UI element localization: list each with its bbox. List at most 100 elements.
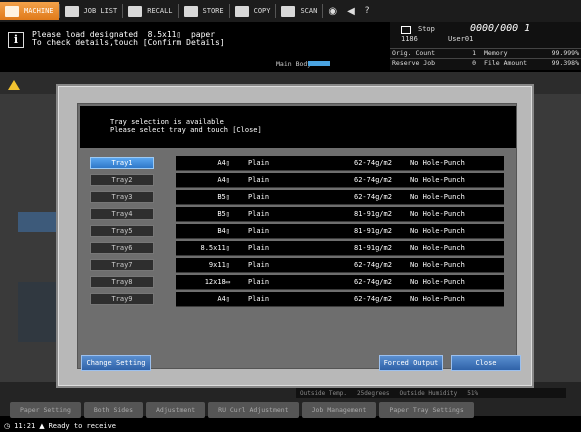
job-list-icon <box>64 5 79 17</box>
reserve-job-label: Reserve Job <box>392 59 436 67</box>
tray-weight: 62-74g/m2 <box>354 295 392 303</box>
tab-recall[interactable]: RECALL <box>123 2 177 20</box>
tray-info-row[interactable]: B5▯ Plain 81-91g/m2 No Hole-Punch <box>176 207 504 222</box>
tray-weight: 81-91g/m2 <box>354 210 392 218</box>
tab-machine[interactable]: MACHINE <box>0 2 59 20</box>
clock-icon: ◷ <box>4 422 11 430</box>
user-name: User01 <box>448 35 474 43</box>
status-row-reserve-file: Reserve Job 0 File Amount 99.398% <box>390 58 581 67</box>
tray-size: A4▯ <box>217 295 230 303</box>
tab-job-management[interactable]: Job Management <box>301 402 377 418</box>
tray-button-7[interactable]: Tray7 <box>90 259 154 271</box>
dialog-message-line-2: Please select tray and touch [Close] <box>110 126 262 134</box>
tab-ru-curl-adjustment[interactable]: RU Curl Adjustment <box>208 402 299 418</box>
status-area: Stop 0000/000 1 1186 User01 Orig. Count … <box>390 22 581 70</box>
tray-weight: 62-74g/m2 <box>354 176 392 184</box>
status-time: 11:21 <box>14 422 36 430</box>
tray-info-row[interactable]: B4▯ Plain 81-91g/m2 No Hole-Punch <box>176 224 504 239</box>
outside-temp-value: 25degrees <box>356 389 390 397</box>
file-amount-value: 99.398% <box>551 59 579 67</box>
tray-info-row[interactable]: A4▯ Plain 62-74g/m2 No Hole-Punch <box>176 173 504 188</box>
tray-button-9[interactable]: Tray9 <box>90 293 154 305</box>
tab-job-list[interactable]: JOB LIST <box>60 2 123 20</box>
tray-size: B4▯ <box>217 227 230 235</box>
message-line-2: To check details,touch [Confirm Details] <box>32 38 225 47</box>
tray-info-row[interactable]: 12x18▭ Plain 62-74g/m2 No Hole-Punch <box>176 275 504 290</box>
tray-punch: No Hole-Punch <box>410 261 465 269</box>
memory-label: Memory <box>484 49 508 57</box>
forced-output-button[interactable]: Forced Output <box>379 355 443 371</box>
globe-button[interactable]: ◉ <box>323 2 342 20</box>
environment-bar: Outside Temp. 25degrees Outside Humidity… <box>296 388 566 398</box>
tray-punch: No Hole-Punch <box>410 227 465 235</box>
tray-button-5[interactable]: Tray5 <box>90 225 154 237</box>
tab-store[interactable]: STORE <box>179 2 229 20</box>
tray-size: 8.5x11▯ <box>200 244 230 252</box>
tray-button-8[interactable]: Tray8 <box>90 276 154 288</box>
info-icon: i <box>8 32 24 48</box>
tray-info-row[interactable]: 9x11▯ Plain 62-74g/m2 No Hole-Punch <box>176 258 504 273</box>
outside-temp-label: Outside Temp. <box>300 389 347 397</box>
change-setting-button[interactable]: Change Setting <box>81 355 151 371</box>
tray-type: Plain <box>248 193 270 201</box>
tray-size: 9x11▯ <box>208 261 230 269</box>
tray-punch: No Hole-Punch <box>410 176 465 184</box>
tray-punch: No Hole-Punch <box>410 159 465 167</box>
orig-count-value: 1 <box>472 49 476 57</box>
volume-button[interactable]: ◀ <box>342 2 360 20</box>
tray-punch: No Hole-Punch <box>410 210 465 218</box>
tray-type: Plain <box>248 261 270 269</box>
tray-info-row[interactable]: B5▯ Plain 62-74g/m2 No Hole-Punch <box>176 190 504 205</box>
tab-adjustment[interactable]: Adjustment <box>146 402 206 418</box>
tray-weight: 62-74g/m2 <box>354 261 392 269</box>
tray-type: Plain <box>248 176 270 184</box>
tray-size: A4▯ <box>217 176 230 184</box>
scan-icon <box>281 5 296 17</box>
outside-humidity-value: 51% <box>467 389 479 397</box>
copy-icon <box>234 5 249 17</box>
tray-size: 12x18▭ <box>204 278 230 286</box>
tray-type: Plain <box>248 159 270 167</box>
bottom-status-line: ◷ 11:21 ▲ Ready to receive <box>0 420 581 432</box>
reserve-job-value: 0 <box>472 59 476 67</box>
tray-button-2[interactable]: Tray2 <box>90 174 154 186</box>
file-amount-label: File Amount <box>484 59 528 67</box>
speaker-icon: ◀ <box>347 5 355 17</box>
tray-type: Plain <box>248 278 270 286</box>
background-left-list <box>18 282 58 342</box>
store-icon <box>183 5 198 17</box>
dialog-body: Tray selection is available Please selec… <box>77 103 517 369</box>
job-counter: 0000/000 1 <box>470 23 531 34</box>
recall-icon <box>128 5 143 17</box>
tray-weight: 62-74g/m2 <box>354 159 392 167</box>
tray-info-row[interactable]: A4▯ Plain 62-74g/m2 No Hole-Punch <box>176 156 504 171</box>
tray-info-row[interactable]: A4▯ Plain 62-74g/m2 No Hole-Punch <box>176 292 504 307</box>
tab-paper-tray-settings[interactable]: Paper Tray Settings <box>379 402 474 418</box>
tray-button-1[interactable]: Tray1 <box>90 157 154 169</box>
memory-value: 99.999% <box>551 49 579 57</box>
tab-scan[interactable]: SCAN <box>276 2 322 20</box>
help-button[interactable]: ? <box>360 2 375 20</box>
dialog-message-line-1: Tray selection is available <box>110 118 224 126</box>
close-button[interactable]: Close <box>451 355 521 371</box>
background-left-panel <box>18 212 58 232</box>
tray-type: Plain <box>248 244 270 252</box>
tray-size: A4▯ <box>217 159 230 167</box>
tray-button-6[interactable]: Tray6 <box>90 242 154 254</box>
receive-icon: ▲ <box>39 422 45 430</box>
tray-button-3[interactable]: Tray3 <box>90 191 154 203</box>
tab-copy[interactable]: COPY <box>230 2 276 20</box>
tray-button-4[interactable]: Tray4 <box>90 208 154 220</box>
tray-weight: 62-74g/m2 <box>354 193 392 201</box>
status-text: Ready to receive <box>48 422 117 430</box>
tray-weight: 81-91g/m2 <box>354 244 392 252</box>
message-area[interactable]: i Please load designated 8.5x11▯ paper T… <box>0 22 390 70</box>
tray-info-row[interactable]: 8.5x11▯ Plain 81-91g/m2 No Hole-Punch <box>176 241 504 256</box>
tab-paper-setting[interactable]: Paper Setting <box>10 402 81 418</box>
help-icon: ? <box>364 6 370 16</box>
tray-size: B5▯ <box>217 210 230 218</box>
tab-both-sides[interactable]: Both Sides <box>83 402 144 418</box>
tray-punch: No Hole-Punch <box>410 295 465 303</box>
top-tab-bar: MACHINE JOB LIST RECALL STORE COPY SCAN … <box>0 0 581 22</box>
tray-type: Plain <box>248 210 270 218</box>
